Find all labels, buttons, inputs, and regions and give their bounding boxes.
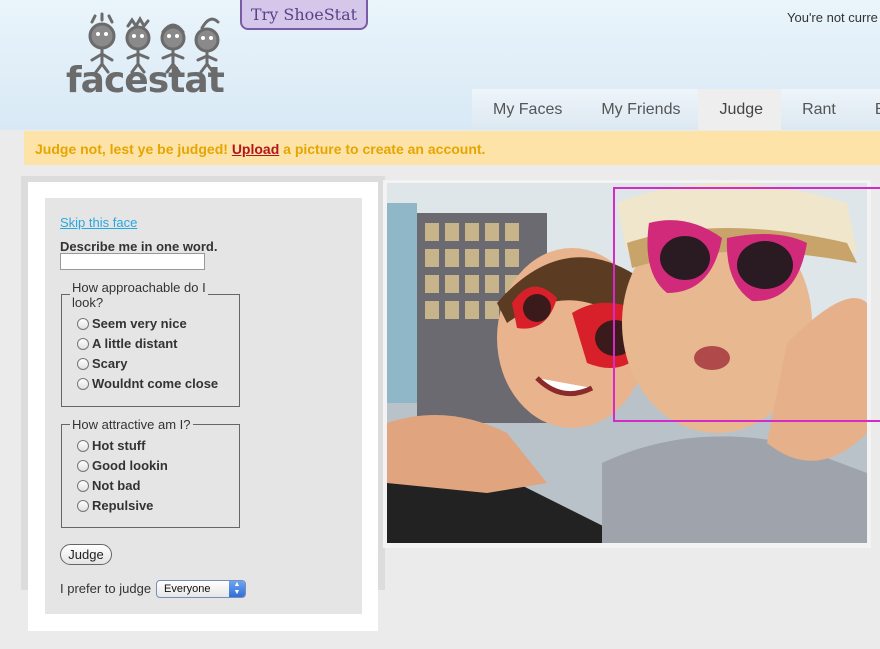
tab-judge[interactable]: Judge: [698, 89, 782, 130]
site-header: facestat Try ShoeStat You're not curre M…: [0, 0, 880, 130]
radio-option-hot-stuff[interactable]: Hot stuff: [77, 438, 145, 453]
option-label: Hot stuff: [92, 438, 146, 453]
radio-button[interactable]: [77, 377, 89, 390]
option-label: Scary: [92, 356, 128, 371]
radio-option-wouldnt-come-close[interactable]: Wouldnt come close: [77, 376, 218, 391]
radio-button[interactable]: [77, 357, 89, 370]
describe-label: Describe me in one word.: [60, 239, 218, 254]
try-shoestat-button[interactable]: Try ShoeStat: [240, 0, 368, 30]
radio-button[interactable]: [77, 479, 89, 492]
prefer-select-value: Everyone: [164, 583, 211, 595]
attractive-legend: How attractive am I?: [70, 417, 193, 432]
option-label: Wouldnt come close: [92, 376, 219, 391]
notice-banner: Judge not, lest ye be judged! Upload a p…: [24, 131, 880, 165]
prefer-label: I prefer to judge: [60, 581, 152, 596]
logo-wordmark[interactable]: facestat: [66, 60, 225, 101]
main-nav: My Faces My Friends Judge Rant Br: [472, 89, 880, 130]
judge-button[interactable]: Judge: [60, 544, 112, 565]
radio-option-seem-very-nice[interactable]: Seem very nice: [77, 316, 187, 331]
tab-my-friends[interactable]: My Friends: [580, 89, 699, 130]
approachable-legend-line1: How approachable do I: [72, 280, 206, 295]
radio-button[interactable]: [77, 439, 89, 452]
login-status: You're not curre: [787, 10, 878, 25]
radio-option-not-bad[interactable]: Not bad: [77, 478, 140, 493]
option-label: A little distant: [92, 336, 178, 351]
radio-option-good-lookin[interactable]: Good lookin: [77, 458, 168, 473]
radio-option-repulsive[interactable]: Repulsive: [77, 498, 153, 513]
approachable-legend-line2: look?: [70, 295, 106, 310]
option-label: Repulsive: [92, 498, 154, 513]
radio-option-a-little-distant[interactable]: A little distant: [77, 336, 177, 351]
tab-rant[interactable]: Rant: [781, 89, 854, 130]
describe-word-input[interactable]: [60, 253, 205, 270]
face-detection-box: [613, 187, 880, 422]
banner-text-after: a picture to create an account.: [279, 141, 486, 157]
tab-my-faces[interactable]: My Faces: [472, 89, 581, 130]
radio-button[interactable]: [77, 317, 89, 330]
radio-option-scary[interactable]: Scary: [77, 356, 127, 371]
approachable-legend: How approachable do I: [70, 280, 208, 295]
banner-text-before: Judge not, lest ye be judged!: [35, 141, 232, 157]
prefer-select[interactable]: Everyone ▲ ▼: [156, 580, 246, 598]
option-label: Not bad: [92, 478, 141, 493]
option-label: Good lookin: [92, 458, 168, 473]
tab-browse[interactable]: Br: [853, 89, 880, 130]
select-arrows-icon: ▲ ▼: [229, 581, 245, 597]
radio-button[interactable]: [77, 499, 89, 512]
upload-link[interactable]: Upload: [232, 141, 279, 157]
radio-button[interactable]: [77, 337, 89, 350]
skip-face-link[interactable]: Skip this face: [60, 215, 137, 230]
option-label: Seem very nice: [92, 316, 187, 331]
radio-button[interactable]: [77, 459, 89, 472]
